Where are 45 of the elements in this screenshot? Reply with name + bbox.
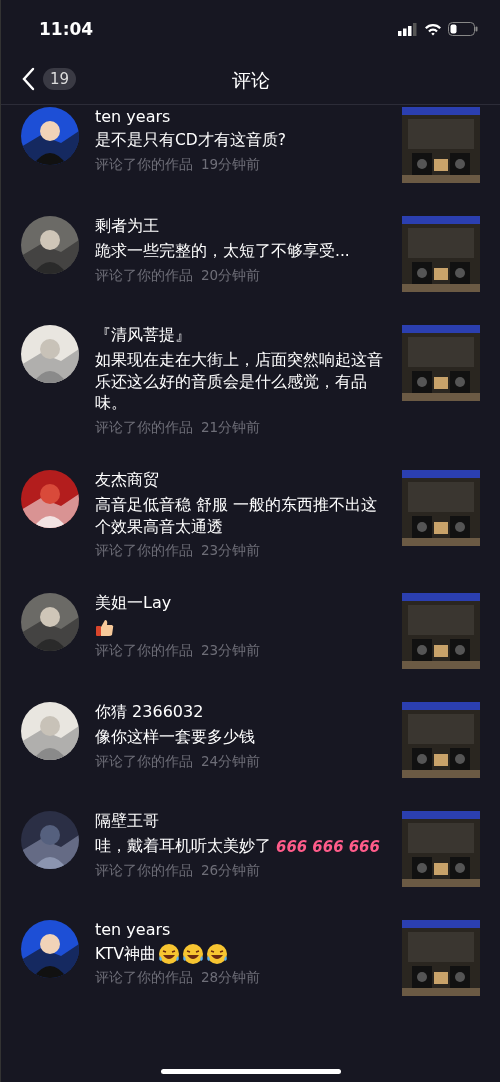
sticker-text: 666 [276, 838, 308, 857]
page-title: 评论 [231, 68, 270, 93]
status-time: 11:04 [39, 19, 94, 39]
comment-text: 高音足低音稳 舒服 一般的东西推不出这个效果高音太通透 [95, 495, 378, 538]
comment-time: 26分钟前 [201, 862, 261, 881]
username[interactable]: ten years [95, 107, 386, 126]
comment-text: 哇，戴着耳机听太美妙了 [95, 836, 271, 858]
thumbs-up-icon [95, 618, 115, 639]
comment-action: 评论了你的作品 [95, 753, 193, 772]
username[interactable]: 你猜 2366032 [95, 702, 386, 724]
username[interactable]: 美姐一Lay [95, 593, 386, 615]
username[interactable]: 『清风菩提』 [95, 325, 386, 346]
comment-action: 评论了你的作品 [95, 419, 193, 438]
comment-text: 像你这样一套要多少钱 [95, 727, 255, 749]
laughing-face-icon [206, 943, 229, 966]
comment-time: 24分钟前 [201, 753, 261, 772]
back-icon[interactable] [21, 67, 35, 91]
comment-action: 评论了你的作品 [95, 969, 193, 988]
comment-text: 是不是只有CD才有这音质? [95, 130, 286, 151]
signal-icon [398, 22, 418, 36]
comment-time: 23分钟前 [201, 542, 261, 561]
username[interactable]: 隔壁王哥 [95, 811, 386, 833]
sticker-text: 666 [348, 838, 380, 857]
comment-time: 28分钟前 [201, 969, 261, 988]
username[interactable]: 剩者为王 [95, 216, 386, 237]
comment-action: 评论了你的作品 [95, 642, 193, 661]
username[interactable]: ten years [95, 920, 386, 940]
laughing-face-icon [158, 943, 181, 966]
comment-action: 评论了你的作品 [95, 542, 193, 561]
laughing-face-icon [182, 943, 205, 966]
comment-time: 19分钟前 [201, 155, 261, 174]
wifi-icon [424, 22, 442, 36]
unread-count: 19 [43, 68, 77, 90]
battery-icon [448, 22, 478, 36]
comment-action: 评论了你的作品 [95, 155, 193, 174]
comment-time: 20分钟前 [201, 266, 261, 285]
comment-text: KTV神曲 [95, 943, 157, 965]
comment-text: 跪求一些完整的，太短了不够享受... [95, 241, 350, 262]
comment-action: 评论了你的作品 [95, 266, 193, 285]
comment-text: 如果现在走在大街上，店面突然响起这音乐还这么好的音质会是什么感觉，有品味。 [95, 350, 384, 415]
sticker-text: 666 [312, 838, 344, 857]
comment-time: 23分钟前 [201, 642, 261, 661]
comment-action: 评论了你的作品 [95, 862, 193, 881]
username[interactable]: 友杰商贸 [95, 470, 386, 492]
comment-time: 21分钟前 [201, 419, 261, 438]
